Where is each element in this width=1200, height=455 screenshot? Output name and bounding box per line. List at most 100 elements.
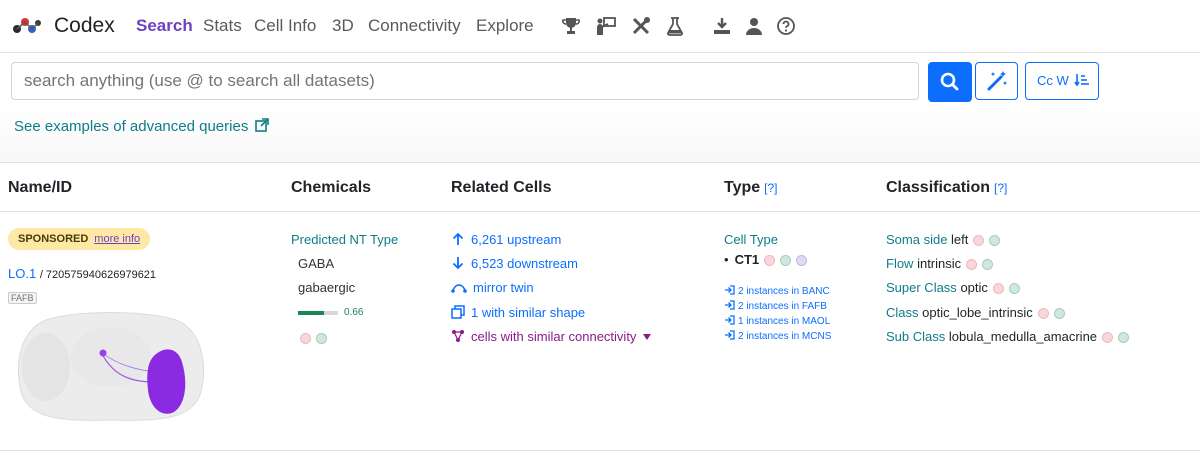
sign-in-icon xyxy=(725,330,735,340)
table-top-border xyxy=(0,162,1200,163)
cell-type-item: • CT1 xyxy=(724,252,808,267)
downvote-dot[interactable] xyxy=(992,283,1004,295)
case-match-button[interactable]: Cc W xyxy=(1025,62,1099,100)
similar-shape-label: 1 with similar shape xyxy=(471,305,586,320)
similar-connectivity-label: cells with similar connectivity xyxy=(471,329,637,344)
network-icon xyxy=(452,330,464,342)
similar-connectivity-link[interactable]: cells with similar connectivity xyxy=(451,329,652,344)
downvote-dot[interactable] xyxy=(1037,308,1049,320)
mirror-twin-link[interactable]: mirror twin xyxy=(451,280,534,295)
tools-icon[interactable] xyxy=(630,15,652,37)
class-sub-class: Sub Class lobula_medulla_amacrine xyxy=(886,329,1130,344)
nav-stats[interactable]: Stats xyxy=(203,16,242,36)
downvote-dot[interactable] xyxy=(966,259,978,271)
type-help-link[interactable]: [?] xyxy=(764,181,777,195)
search-icon xyxy=(940,72,959,91)
magic-wand-icon xyxy=(987,71,1008,91)
sponsored-badge: SPONSORED more info xyxy=(8,228,151,250)
predicted-nt-label: Predicted NT Type xyxy=(291,232,399,247)
header-chemicals[interactable]: Chemicals xyxy=(291,179,371,197)
codex-logo-icon[interactable] xyxy=(12,14,42,36)
class-value[interactable]: optic_lobe_intrinsic xyxy=(922,305,1033,320)
upstream-label: 6,261 upstream xyxy=(471,232,562,247)
top-navbar: Codex Search Stats Cell Info 3D Connecti… xyxy=(0,0,1200,53)
upvote-dot[interactable] xyxy=(1053,308,1065,320)
table-header-border xyxy=(0,211,1200,212)
similar-shape-link[interactable]: 1 with similar shape xyxy=(451,305,585,320)
class-flow: Flow intrinsic xyxy=(886,256,994,271)
mirror-icon xyxy=(451,284,467,293)
nav-connectivity[interactable]: Connectivity xyxy=(368,16,461,36)
arrow-up-icon xyxy=(452,232,464,245)
upvote-dot[interactable] xyxy=(1008,283,1020,295)
class-value[interactable]: optic xyxy=(960,280,987,295)
class-soma-side: Soma side left xyxy=(886,232,1001,247)
brain-thumbnail[interactable] xyxy=(16,312,206,424)
trophy-icon[interactable] xyxy=(560,15,582,37)
case-match-label: Cc W xyxy=(1037,73,1069,88)
nav-3d[interactable]: 3D xyxy=(332,16,354,36)
downvote-dot[interactable] xyxy=(1102,332,1114,344)
sign-in-icon xyxy=(725,315,735,325)
nt-confidence-bar xyxy=(298,311,324,315)
header-name-id[interactable]: Name/ID xyxy=(8,179,72,197)
sign-in-icon xyxy=(725,285,735,295)
search-button[interactable] xyxy=(928,62,972,102)
instances-mcns-label: 2 instances in MCNS xyxy=(738,331,832,342)
class-value[interactable]: left xyxy=(951,232,968,247)
upvote-dot[interactable] xyxy=(316,333,327,345)
magic-search-button[interactable] xyxy=(975,62,1018,100)
brand-title[interactable]: Codex xyxy=(54,14,115,38)
downvote-dot[interactable] xyxy=(973,235,985,247)
upvote-dot[interactable] xyxy=(982,259,994,271)
downstream-link[interactable]: 6,523 downstream xyxy=(451,256,578,271)
class-class: Class optic_lobe_intrinsic xyxy=(886,305,1065,320)
instances-mcns-link[interactable]: 2 instances in MCNS xyxy=(724,330,831,342)
class-key: Class xyxy=(886,305,919,320)
nt-value-gabaergic: gabaergic xyxy=(298,280,356,295)
upstream-link[interactable]: 6,261 upstream xyxy=(451,232,561,247)
header-type-label[interactable]: Type xyxy=(724,179,760,196)
flask-icon[interactable] xyxy=(664,15,686,37)
type-flag-dot[interactable] xyxy=(796,255,808,267)
upvote-dot[interactable] xyxy=(1118,332,1130,344)
instances-maol-label: 1 instances in MAOL xyxy=(738,316,831,327)
downvote-dot[interactable] xyxy=(300,333,311,345)
header-classification-label[interactable]: Classification xyxy=(886,179,990,196)
cell-type-label: Cell Type xyxy=(724,232,778,247)
type-upvote-dot[interactable] xyxy=(780,255,792,267)
search-input[interactable] xyxy=(11,62,919,100)
cell-name-link[interactable]: LO.1 xyxy=(8,266,36,281)
upvote-dot[interactable] xyxy=(989,235,1001,247)
class-key: Soma side xyxy=(886,232,948,247)
nav-explore[interactable]: Explore xyxy=(476,16,534,36)
person-chalkboard-icon[interactable] xyxy=(595,15,617,37)
table-bottom-border xyxy=(0,450,1200,451)
header-type: Type [?] xyxy=(724,179,778,197)
classification-help-link[interactable]: [?] xyxy=(994,181,1007,195)
nav-search[interactable]: Search xyxy=(136,16,193,36)
instances-maol-link[interactable]: 1 instances in MAOL xyxy=(724,315,830,327)
class-value[interactable]: lobula_medulla_amacrine xyxy=(949,329,1097,344)
cell-type-value[interactable]: CT1 xyxy=(735,252,760,267)
advanced-queries-link[interactable]: See examples of advanced queries xyxy=(14,118,269,135)
sponsored-label: SPONSORED xyxy=(18,233,89,245)
download-icon[interactable] xyxy=(711,15,733,37)
class-value[interactable]: intrinsic xyxy=(917,256,961,271)
sort-icon xyxy=(1074,74,1090,87)
header-related-cells[interactable]: Related Cells xyxy=(451,179,551,197)
user-icon[interactable] xyxy=(743,15,765,37)
more-info-link[interactable]: more info xyxy=(94,233,140,245)
instances-fafb-label: 2 instances in FAFB xyxy=(738,301,827,312)
nt-vote-dots xyxy=(295,330,327,345)
help-circle-icon[interactable] xyxy=(775,15,797,37)
caret-down-icon xyxy=(643,334,652,340)
arrow-down-icon xyxy=(452,257,464,270)
instances-banc-link[interactable]: 2 instances in BANC xyxy=(724,285,830,297)
instances-fafb-link[interactable]: 2 instances in FAFB xyxy=(724,300,827,312)
advanced-queries-label: See examples of advanced queries xyxy=(14,118,249,135)
class-super-class: Super Class optic xyxy=(886,280,1020,295)
type-downvote-dot[interactable] xyxy=(764,255,776,267)
cell-id: / 720575940626979621 xyxy=(39,269,157,281)
nav-cell-info[interactable]: Cell Info xyxy=(254,16,316,36)
